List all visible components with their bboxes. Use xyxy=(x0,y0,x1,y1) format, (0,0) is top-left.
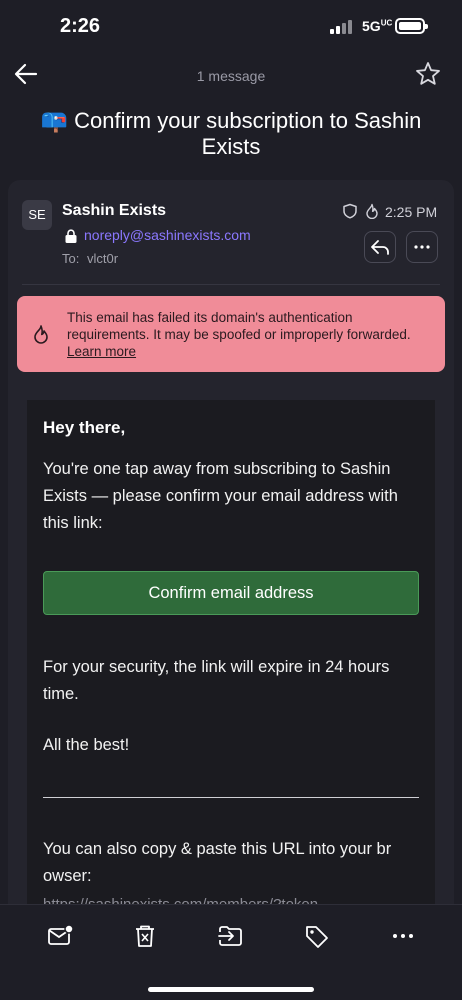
warning-message: This email has failed its domain's authe… xyxy=(67,309,431,360)
security-note: For your security, the link will expire … xyxy=(43,658,390,703)
learn-more-link[interactable]: Learn more xyxy=(67,344,136,359)
warning-text: This email has failed its domain's authe… xyxy=(67,310,411,342)
mark-unread-button[interactable] xyxy=(45,921,75,951)
copy-url-line-2: owser: xyxy=(43,867,92,885)
intro-paragraph: You're one tap away from subscribing to … xyxy=(43,460,398,532)
star-button[interactable] xyxy=(414,60,442,88)
spoof-warning-banner: This email has failed its domain's authe… xyxy=(17,296,445,372)
copy-url-line-1: You can also copy & paste this URL into … xyxy=(43,840,392,858)
star-icon xyxy=(416,62,440,85)
subject-text: Confirm your subscription to Sashin Exis… xyxy=(74,108,422,159)
conversation-header: 1 message 📪 Confirm your subscription to… xyxy=(0,56,462,166)
mailbox-emoji: 📪 xyxy=(40,108,68,133)
avatar[interactable]: SE xyxy=(22,200,52,230)
trash-icon xyxy=(136,925,154,947)
move-to-folder-button[interactable] xyxy=(216,921,246,951)
signoff: All the best! xyxy=(43,736,130,754)
email-body: Hey there, You're one tap away from subs… xyxy=(27,400,435,920)
email-subject: 📪 Confirm your subscription to Sashin Ex… xyxy=(30,108,432,160)
message-card: SE Sashin Exists noreply@sashinexists.co… xyxy=(8,180,454,920)
more-horizontal-icon xyxy=(414,245,430,249)
network-type: 5G xyxy=(362,18,381,34)
sender-email-link[interactable]: noreply@sashinexists.com xyxy=(84,227,251,243)
status-time: 2:26 xyxy=(60,15,101,37)
battery-icon xyxy=(395,18,428,34)
label-button[interactable] xyxy=(302,921,332,951)
recipient-label: To: xyxy=(62,251,80,266)
flame-warning-icon xyxy=(34,325,48,344)
shield-icon[interactable] xyxy=(342,203,358,219)
confirm-email-button[interactable]: Confirm email address xyxy=(43,571,419,615)
folder-move-icon xyxy=(218,926,242,946)
sender-name[interactable]: Sashin Exists xyxy=(62,202,166,220)
network-label: 5GUC xyxy=(362,18,392,34)
message-count: 1 message xyxy=(196,68,266,84)
reply-button[interactable] xyxy=(364,231,396,263)
message-time: 2:25 PM xyxy=(385,204,438,220)
flame-icon[interactable] xyxy=(365,203,379,219)
tag-icon xyxy=(306,926,328,948)
bottom-toolbar xyxy=(0,904,462,1000)
greeting: Hey there, xyxy=(43,418,126,437)
signal-icon xyxy=(330,20,354,34)
reply-icon xyxy=(371,240,389,255)
more-horizontal-icon xyxy=(393,934,413,938)
envelope-dot-icon xyxy=(48,924,74,945)
network-suffix: UC xyxy=(380,18,393,28)
trash-button[interactable] xyxy=(130,921,160,951)
message-more-button[interactable] xyxy=(406,231,438,263)
body-divider xyxy=(43,797,419,798)
home-indicator[interactable] xyxy=(148,987,314,992)
toolbar-more-button[interactable] xyxy=(388,921,418,951)
copy-url-text: You can also copy & paste this URL into … xyxy=(43,836,419,890)
recipient-value[interactable]: vlct0r xyxy=(87,251,118,266)
status-bar: 2:26 5GUC xyxy=(0,0,462,56)
lock-icon xyxy=(65,229,77,243)
header-divider xyxy=(22,284,440,285)
